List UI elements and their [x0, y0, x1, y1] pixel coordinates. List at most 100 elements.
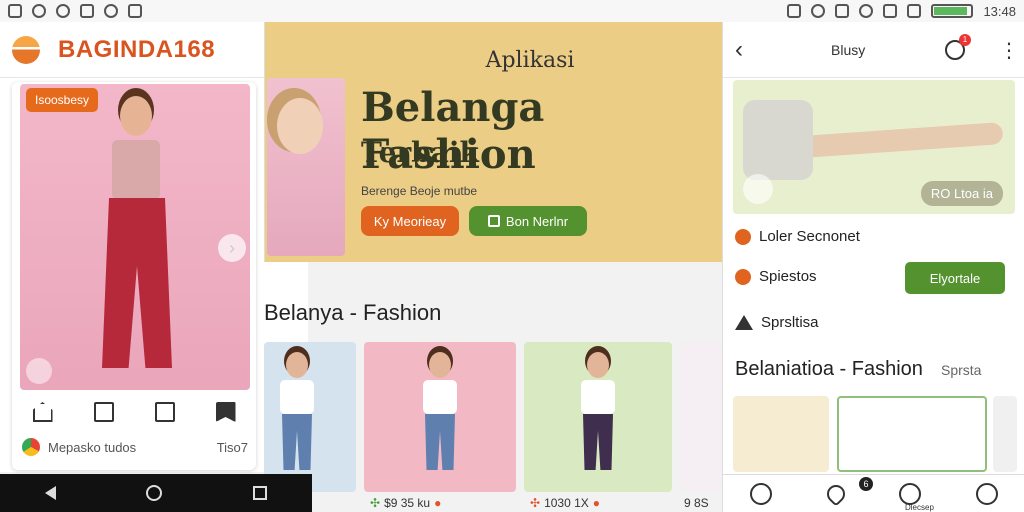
- rp-row-3[interactable]: Sprsltisa: [735, 314, 819, 331]
- brand-logo-icon[interactable]: [12, 35, 40, 64]
- back-arrow-icon[interactable]: ‹: [735, 36, 743, 64]
- apple-icon: [787, 4, 802, 18]
- model-head: [120, 96, 152, 136]
- home-icon[interactable]: [32, 402, 53, 422]
- heart-icon[interactable]: [823, 480, 849, 507]
- right-app-panel: ‹ Blusy 1 ⋮ RO Ltoa ia Loler Secnonet Sp…: [722, 22, 1024, 512]
- status-right-icons: 13:48: [787, 4, 1016, 19]
- banner-orange-button[interactable]: Ky Meorieay: [361, 206, 459, 236]
- prev-image-button[interactable]: [743, 174, 773, 204]
- product-model: [581, 352, 615, 472]
- product-tile[interactable]: [364, 342, 516, 492]
- wifi-icon: [883, 4, 898, 18]
- product-tile[interactable]: [524, 342, 672, 492]
- profile-icon[interactable]: [975, 482, 998, 505]
- signal-icon: [907, 4, 922, 18]
- section-title: Belanya - Fashion: [264, 300, 442, 325]
- rp-row-2-label: Spiestos: [759, 268, 817, 285]
- notification-badge: 1: [959, 34, 971, 46]
- rp-product-tile[interactable]: [733, 396, 829, 472]
- footer-text: Mepasko tudos: [48, 439, 137, 455]
- leaf-icon: ✣: [370, 496, 381, 510]
- battery-icon: [931, 4, 974, 18]
- rp-section-title: Belaniatioa - Fashion: [735, 358, 923, 380]
- hanger-icon: [735, 315, 753, 330]
- banner-green-button[interactable]: Bon Nerlnr: [469, 206, 587, 236]
- bottom-navigation: 6 Dlecsep: [723, 474, 1024, 512]
- notification-icon: [8, 4, 22, 18]
- product-tile[interactable]: [264, 342, 356, 492]
- product-tile[interactable]: [680, 342, 722, 492]
- photo-icon: [80, 4, 94, 18]
- sync-icon: [32, 4, 46, 18]
- rp-product-tile-selected[interactable]: [837, 396, 987, 472]
- nav-label: Dlecsep: [905, 503, 934, 512]
- product-card[interactable]: Isoosbesy › Mepasko tudos Tiso7: [12, 82, 256, 470]
- hero-label[interactable]: RO Ltoa ia: [920, 181, 1003, 206]
- price-label: ✣ $9 35 ku ●: [370, 496, 441, 510]
- battery-fill: [934, 7, 967, 15]
- banner-model: [277, 98, 323, 154]
- comment-icon[interactable]: [154, 402, 175, 422]
- footer-value: Tiso7: [216, 439, 248, 455]
- price-label: 9 8S: [684, 496, 709, 510]
- model-top: [112, 140, 160, 200]
- wishlist-badge: 6: [859, 477, 873, 491]
- edit-icon[interactable]: [93, 402, 114, 422]
- product-badge: Isoosbesy: [26, 88, 99, 112]
- banner-green-label: Bon Nerlnr: [505, 213, 569, 229]
- clock: 13:48: [983, 3, 1016, 19]
- back-icon[interactable]: [45, 486, 57, 500]
- rp-green-button-label: Elyortale: [929, 270, 981, 286]
- banner-subtitle: Aplikasi: [485, 48, 575, 73]
- price-text: 9 8S: [684, 496, 709, 510]
- bookmark-icon[interactable]: [215, 402, 236, 422]
- brand-name: BAGINDA168: [58, 35, 216, 63]
- recent-apps-icon[interactable]: [252, 486, 267, 500]
- settings-icon: [56, 4, 70, 18]
- chat-icon[interactable]: [899, 482, 922, 505]
- rp-row-2[interactable]: Spiestos: [735, 268, 817, 285]
- fire-icon: ✣: [530, 496, 541, 510]
- product-image[interactable]: Isoosbesy ›: [20, 84, 250, 390]
- parking-icon: [835, 4, 850, 18]
- next-image-button[interactable]: ›: [218, 234, 246, 262]
- bluetooth-icon: [859, 4, 874, 18]
- rp-row-1[interactable]: Loler Secnonet: [735, 228, 860, 245]
- android-nav-bar: [0, 474, 312, 512]
- fire-icon: ●: [592, 496, 601, 510]
- banner-tagline: Berenge Beoje mutbe: [361, 184, 478, 198]
- zoom-icon[interactable]: [26, 358, 52, 384]
- rp-header: ‹ Blusy 1 ⋮: [723, 22, 1024, 78]
- alert-icon: [104, 4, 118, 18]
- fire-icon: ●: [434, 496, 442, 510]
- price-label: ✣ 1030 1X ●: [530, 496, 600, 510]
- status-left-icons: [8, 4, 142, 18]
- product-model: [280, 352, 314, 472]
- alarm-icon: [811, 4, 826, 18]
- rp-row-1-label: Loler Secnonet: [759, 228, 860, 245]
- status-bar: 13:48: [0, 0, 1024, 22]
- model-body: [743, 100, 813, 180]
- banner-title-2: Terbaik: [361, 136, 479, 169]
- chevron-right-icon: ›: [229, 237, 235, 258]
- price-text: $9 35 ku: [384, 496, 431, 510]
- rp-section-link[interactable]: Sprsta: [941, 362, 981, 378]
- banner-orange-label: Ky Meorieay: [373, 213, 447, 229]
- price-text: 1030 1X: [544, 496, 589, 510]
- promo-banner[interactable]: Aplikasi Belanga Fashion Terbaik Berenge…: [264, 22, 722, 262]
- search-icon[interactable]: [750, 482, 773, 505]
- home-icon[interactable]: [146, 485, 163, 501]
- browser-icon: [22, 438, 40, 456]
- more-vertical-icon[interactable]: ⋮: [999, 38, 1019, 63]
- model-pants: [102, 198, 172, 368]
- brand-header: BAGINDA168: [0, 22, 308, 78]
- card-footer: Mepasko tudos Tiso7: [22, 438, 248, 456]
- rp-hero-image[interactable]: RO Ltoa ia: [733, 80, 1015, 214]
- category-icon: [735, 268, 751, 285]
- rp-product-tile[interactable]: [993, 396, 1017, 472]
- rp-green-button[interactable]: Elyortale: [905, 262, 1005, 294]
- product-model: [423, 352, 457, 472]
- rp-row-3-label: Sprsltisa: [761, 314, 819, 331]
- rp-header-title: Blusy: [831, 41, 866, 58]
